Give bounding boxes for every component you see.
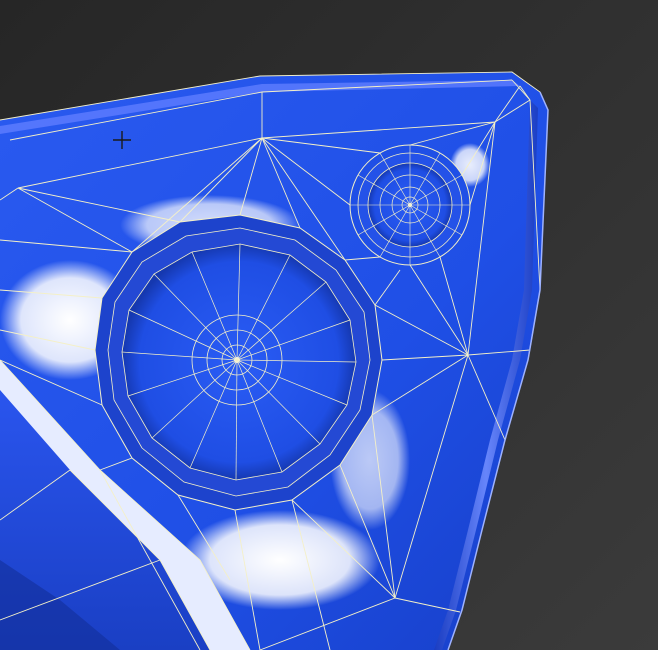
viewport-canvas[interactable] (0, 0, 658, 650)
3d-viewport[interactable] (0, 0, 658, 650)
small-bolt-hole[interactable] (349, 144, 471, 266)
